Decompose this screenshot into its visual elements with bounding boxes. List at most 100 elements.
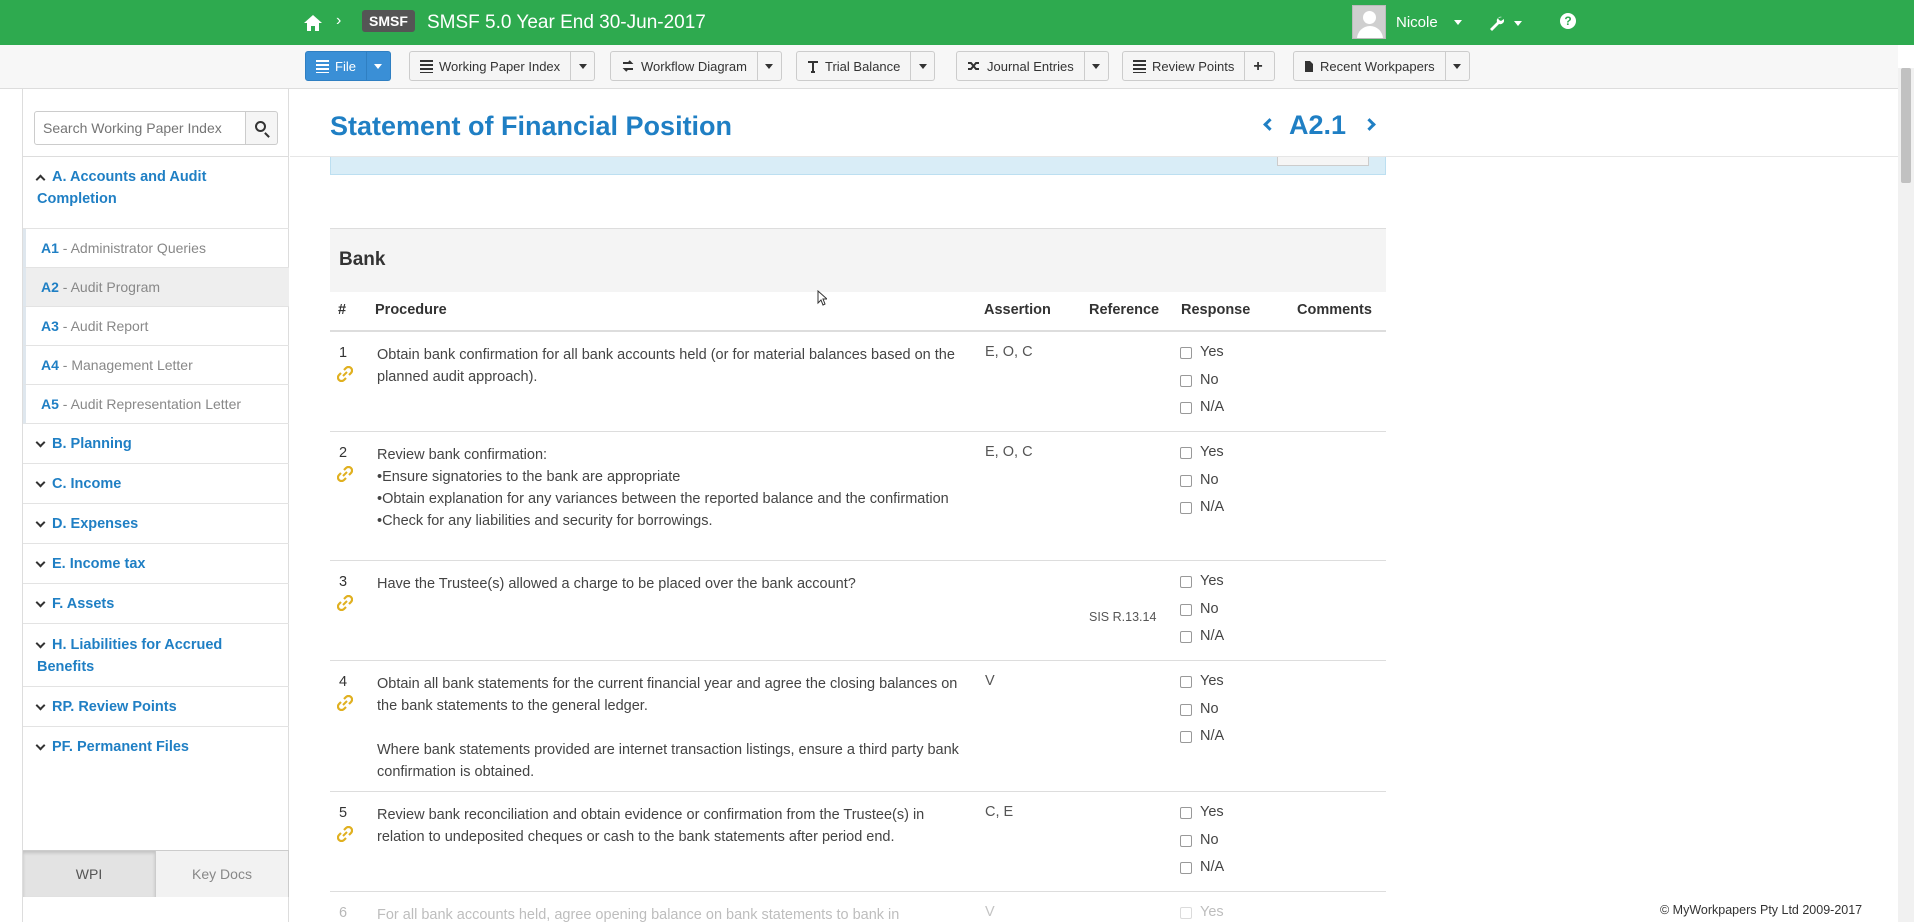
response-checkbox[interactable] <box>1180 603 1192 616</box>
response-checkbox[interactable] <box>1180 474 1192 487</box>
search-input[interactable] <box>34 111 246 145</box>
tab-wpi[interactable]: WPI <box>23 851 156 897</box>
recent-workpapers-dropdown-toggle[interactable] <box>1445 51 1470 81</box>
assertion-value: V <box>985 904 995 920</box>
sidebar-section-e[interactable]: E. Income tax <box>23 544 289 584</box>
journal-entries-button[interactable]: Journal Entries <box>956 51 1085 81</box>
help-icon[interactable]: ? <box>1560 13 1576 29</box>
row-number: 3 <box>339 574 348 590</box>
scrollbar-thumb[interactable] <box>1901 68 1911 183</box>
response-option[interactable]: Yes <box>1180 573 1224 601</box>
working-paper-index-dropdown-toggle[interactable] <box>571 51 596 81</box>
sidebar-section-f[interactable]: F. Assets <box>23 584 289 624</box>
home-icon[interactable] <box>302 12 324 34</box>
sidebar-section-b[interactable]: B. Planning <box>23 424 289 464</box>
procedure-line: For all bank accounts held, agree openin… <box>377 907 900 922</box>
item-label: - Administrator Queries <box>58 240 206 256</box>
response-option[interactable]: N/A <box>1180 728 1224 756</box>
table-row: 5 Review bank reconciliation and obtain e… <box>330 792 1386 892</box>
chevron-right-icon[interactable] <box>1363 118 1376 131</box>
response-option[interactable]: No <box>1180 372 1224 400</box>
sidebar-item-a4[interactable]: A4 - Management Letter <box>23 346 289 385</box>
sidebar-section-h[interactable]: H. Liabilities for Accrued Benefits <box>23 624 289 687</box>
response-option[interactable]: N/A <box>1180 859 1224 887</box>
table-row: 6 For all bank accounts held, agree openi… <box>330 892 1386 922</box>
sidebar-item-a1[interactable]: A1 - Administrator Queries <box>23 229 289 268</box>
link-icon[interactable] <box>337 826 353 842</box>
response-option[interactable]: Yes <box>1180 804 1224 832</box>
app-title: SMSF 5.0 Year End 30-Jun-2017 <box>427 12 706 33</box>
response-checkbox[interactable] <box>1180 862 1192 874</box>
chevron-down-icon <box>35 517 46 528</box>
response-option[interactable]: N/A <box>1180 628 1224 656</box>
add-review-point-button[interactable]: + <box>1245 51 1276 81</box>
item-label: - Management Letter <box>58 357 193 373</box>
response-option[interactable]: Yes <box>1180 673 1224 701</box>
workflow-diagram-button[interactable]: Workflow Diagram <box>610 51 758 81</box>
response-checkbox[interactable] <box>1180 631 1192 643</box>
response-checkbox[interactable] <box>1180 907 1192 919</box>
bank-section-header: Bank <box>330 228 1386 292</box>
sidebar-item-a5[interactable]: A5 - Audit Representation Letter <box>23 385 289 424</box>
assertion-value: V <box>985 673 995 689</box>
response-checkbox[interactable] <box>1180 374 1192 387</box>
link-icon[interactable] <box>337 466 353 482</box>
response-checkbox[interactable] <box>1180 834 1192 847</box>
row-number: 1 <box>339 345 348 361</box>
sidebar-item-a2[interactable]: A2 - Audit Program <box>23 268 289 307</box>
workflow-diagram-dropdown-toggle[interactable] <box>757 51 782 81</box>
page-code: A2.1 <box>1289 110 1347 140</box>
response-checkbox[interactable] <box>1180 731 1192 743</box>
response-option[interactable]: Yes <box>1180 344 1224 372</box>
response-option[interactable]: N/A <box>1180 499 1224 527</box>
trial-balance-button[interactable]: Trial Balance <box>796 51 912 81</box>
link-icon[interactable] <box>337 366 353 382</box>
tab-key-docs[interactable]: Key Docs <box>156 851 289 897</box>
response-checkbox[interactable] <box>1180 807 1192 819</box>
user-menu[interactable]: Nicole <box>1352 4 1462 40</box>
response-checkbox[interactable] <box>1180 447 1192 459</box>
show-more-button[interactable] <box>1277 157 1369 166</box>
response-option[interactable]: No <box>1180 832 1224 860</box>
response-checkbox[interactable] <box>1180 576 1192 588</box>
sidebar-section-rp[interactable]: RP. Review Points <box>23 687 289 727</box>
response-option[interactable]: No <box>1180 601 1224 629</box>
response-option[interactable]: No <box>1180 472 1224 500</box>
sidebar-section-label: F. Assets <box>52 596 115 612</box>
response-checkbox[interactable] <box>1180 703 1192 716</box>
procedure-text: Review bank confirmation: •Ensure signato… <box>377 444 967 532</box>
workflow-diagram-group: Workflow Diagram <box>610 51 782 81</box>
response-checkbox[interactable] <box>1180 347 1192 359</box>
link-icon[interactable] <box>337 695 353 711</box>
file-dropdown-toggle[interactable] <box>366 51 391 81</box>
sidebar-section-a[interactable]: A. Accounts and Audit Completion <box>23 166 289 229</box>
response-option[interactable]: No <box>1180 701 1224 729</box>
user-name: Nicole <box>1396 13 1438 31</box>
response-checkbox[interactable] <box>1180 676 1192 688</box>
response-option[interactable]: N/A <box>1180 399 1224 427</box>
file-button[interactable]: File <box>305 51 367 81</box>
response-checkbox[interactable] <box>1180 502 1192 514</box>
response-checkbox[interactable] <box>1180 402 1192 414</box>
working-paper-index-button[interactable]: Working Paper Index <box>409 51 572 81</box>
response-option[interactable]: Yes <box>1180 444 1224 472</box>
trial-balance-dropdown-toggle[interactable] <box>911 51 936 81</box>
sidebar-section-d[interactable]: D. Expenses <box>23 504 289 544</box>
sidebar-item-a3[interactable]: A3 - Audit Report <box>23 307 289 346</box>
trial-balance-label: Trial Balance <box>825 58 901 74</box>
chevron-left-icon[interactable] <box>1263 118 1276 131</box>
review-points-button[interactable]: Review Points <box>1122 51 1246 81</box>
journal-entries-dropdown-toggle[interactable] <box>1084 51 1109 81</box>
response-options: Yes No N/A <box>1180 673 1224 756</box>
scrollbar[interactable] <box>1898 68 1914 922</box>
recent-workpapers-button[interactable]: Recent Workpapers <box>1293 51 1446 81</box>
link-icon[interactable] <box>337 595 353 611</box>
row-number: 6 <box>339 905 348 921</box>
search-button[interactable] <box>246 111 278 145</box>
tools-menu[interactable] <box>1488 12 1528 34</box>
chevron-down-icon <box>35 477 46 488</box>
response-option[interactable]: Yes <box>1180 904 1224 922</box>
assertion-value: C, E <box>985 804 1014 820</box>
sidebar-section-c[interactable]: C. Income <box>23 464 289 504</box>
sidebar-section-pf[interactable]: PF. Permanent Files <box>23 727 289 767</box>
